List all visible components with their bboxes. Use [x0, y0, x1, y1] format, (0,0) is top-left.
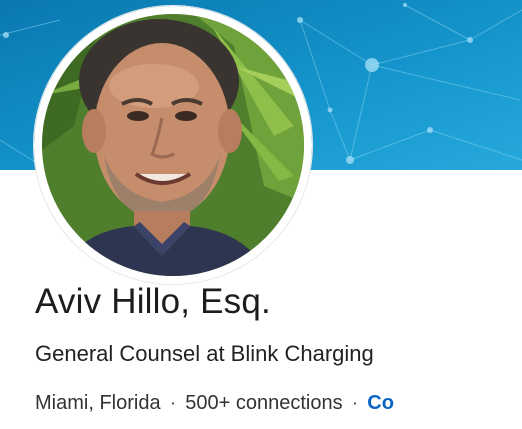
- connections-count[interactable]: 500+ connections: [185, 392, 342, 414]
- profile-meta: Miami, Florida · 500+ connections · Co: [35, 392, 394, 415]
- profile-photo-icon: [34, 6, 312, 284]
- profile-photo[interactable]: [34, 6, 312, 284]
- contact-info-link[interactable]: Co: [367, 392, 394, 414]
- separator-dot: ·: [169, 392, 177, 414]
- separator-dot: ·: [351, 392, 359, 414]
- profile-name: Aviv Hillo, Esq.: [35, 282, 271, 321]
- profile-card: Aviv Hillo, Esq. General Counsel at Blin…: [0, 0, 522, 429]
- profile-location: Miami, Florida: [35, 392, 161, 414]
- profile-headline: General Counsel at Blink Charging: [35, 341, 374, 366]
